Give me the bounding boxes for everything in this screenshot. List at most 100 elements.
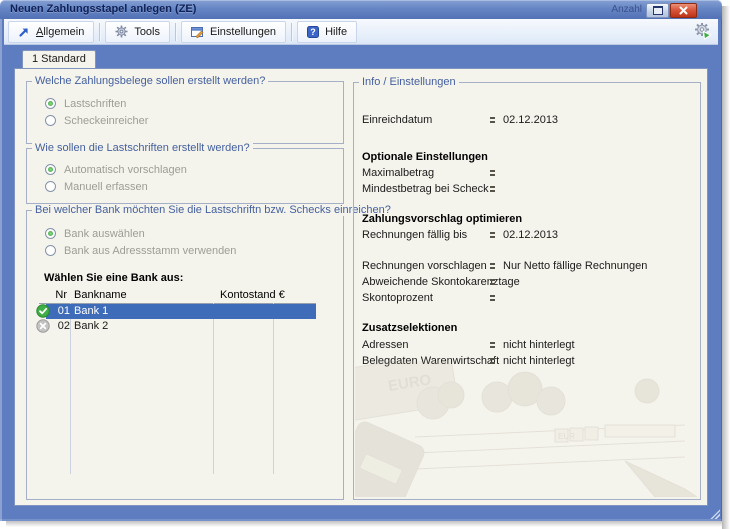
- field-value[interactable]: 02.12.2013: [503, 114, 558, 126]
- field-value[interactable]: 02.12.2013: [503, 229, 558, 241]
- field-label: Rechnungen fällig bis: [362, 229, 467, 241]
- field-label: Rechnungen vorschlagen: [362, 260, 487, 272]
- field-maximalbetrag: Maximalbetrag: [362, 167, 694, 180]
- section-heading: Zusatzselektionen: [362, 322, 457, 334]
- toolbar-button-allgemein[interactable]: Allgemein: [8, 21, 94, 43]
- window-shadow: [6, 521, 722, 527]
- field-label: Einreichdatum: [362, 114, 432, 126]
- field-rechnungen-vorschlagen: Rechnungen vorschlagen Nur Netto fällige…: [362, 260, 694, 273]
- field-label: Mindestbetrag bei Scheck: [362, 183, 489, 195]
- radio-unselected-icon: [45, 245, 56, 256]
- group-zahlungsbelege: Welche Zahlungsbelege sollen erstellt we…: [26, 81, 344, 144]
- toolbar: Allgemein Tools Einstel: [4, 19, 718, 45]
- bank-table-caption: Wählen Sie eine Bank aus:: [44, 272, 183, 284]
- toolbar-label: Hilfe: [325, 26, 347, 38]
- field-adressen: Adressen nicht hinterlegt: [362, 339, 694, 352]
- equals-icon: [490, 117, 495, 123]
- column-header-nr[interactable]: Nr: [47, 289, 67, 301]
- toolbar-button-tools[interactable]: Tools: [105, 21, 170, 43]
- group-info-einstellungen: Info / Einstellungen Einreichdatum 02.12…: [353, 82, 701, 500]
- field-rechnungen-faellig-bis: Rechnungen fällig bis 02.12.2013: [362, 229, 694, 242]
- radio-bank-auswaehlen[interactable]: Bank auswählen: [45, 227, 145, 240]
- toolbar-label: Tools: [134, 26, 160, 38]
- euro-money-watermark: EURO EUR: [355, 361, 697, 497]
- radio-automatisch[interactable]: Automatisch vorschlagen: [45, 163, 187, 176]
- restore-button[interactable]: [646, 3, 669, 18]
- restore-icon: [653, 6, 663, 15]
- toolbar-label: Einstellungen: [210, 26, 276, 38]
- field-belegdaten: Belegdaten Warenwirtschaft nicht hinterl…: [362, 355, 694, 368]
- radio-label: Bank auswählen: [64, 228, 145, 240]
- section-heading: Optionale Einstellungen: [362, 151, 488, 163]
- group-title: Wie sollen die Lastschriften erstellt we…: [32, 142, 253, 154]
- toolbar-label: Allgemein: [36, 26, 84, 38]
- close-button[interactable]: [670, 3, 697, 18]
- gear-icon: [115, 25, 128, 38]
- group-title: Welche Zahlungsbelege sollen erstellt we…: [32, 75, 268, 87]
- toolbar-button-hilfe[interactable]: ? Hilfe: [297, 21, 357, 43]
- radio-label: Scheckeinreicher: [64, 115, 148, 127]
- radio-label: Automatisch vorschlagen: [64, 164, 187, 176]
- field-skontoprozent: Skontoprozent: [362, 292, 694, 305]
- field-value[interactable]: nicht hinterlegt: [503, 355, 575, 367]
- toolbar-separator: [291, 23, 292, 41]
- radio-label: Lastschriften: [64, 98, 126, 110]
- radio-label: Bank aus Adressstamm verwenden: [64, 245, 236, 257]
- cell-nr: 02: [48, 320, 70, 332]
- radio-selected-icon: [45, 98, 56, 109]
- content-pane: Welche Zahlungsbelege sollen erstellt we…: [14, 68, 708, 506]
- equals-icon: [490, 358, 495, 364]
- radio-unselected-icon: [45, 181, 56, 192]
- radio-lastschriften[interactable]: Lastschriften: [45, 97, 126, 110]
- window-title: Neuen Zahlungsstapel anlegen (ZE): [10, 3, 196, 15]
- equals-icon: [490, 295, 495, 301]
- section-heading-zusatzselektionen: Zusatzselektionen: [362, 322, 694, 335]
- resize-grip[interactable]: [709, 508, 720, 519]
- help-icon: ?: [307, 26, 319, 38]
- radio-bank-adressstamm[interactable]: Bank aus Adressstamm verwenden: [45, 244, 236, 257]
- table-row-bank-1[interactable]: 01 Bank 1: [27, 304, 343, 319]
- group-title: Info / Einstellungen: [359, 76, 459, 88]
- field-mindestbetrag: Mindestbetrag bei Scheck: [362, 183, 694, 196]
- dialog-window: Neuen Zahlungsstapel anlegen (ZE) Anzahl…: [0, 0, 722, 521]
- field-value[interactable]: nicht hinterlegt: [503, 339, 575, 351]
- svg-text:?: ?: [310, 27, 316, 37]
- radio-unselected-icon: [45, 115, 56, 126]
- column-header-kontostand[interactable]: Kontostand €: [220, 289, 285, 301]
- group-bank-auswahl: Bei welcher Bank möchten Sie die Lastsch…: [26, 210, 344, 500]
- table-row-bank-2[interactable]: 02 Bank 2: [27, 319, 343, 334]
- field-einreichdatum: Einreichdatum 02.12.2013: [362, 114, 694, 127]
- field-value[interactable]: Nur Netto fällige Rechnungen: [503, 260, 647, 272]
- field-abweichende-skontokarenztage: Abweichende Skontokarenztage: [362, 276, 694, 289]
- field-label: Adressen: [362, 339, 408, 351]
- close-icon: [679, 6, 688, 15]
- cell-bankname: Bank 2: [74, 320, 108, 332]
- radio-label: Manuell erfassen: [64, 181, 148, 193]
- group-lastschriften-erstellung: Wie sollen die Lastschriften erstellt we…: [26, 148, 344, 204]
- field-label: Abweichende Skontokarenztage: [362, 276, 520, 288]
- window-shadow: [722, 6, 730, 529]
- radio-selected-icon: [45, 228, 56, 239]
- titlebar-status-text: Anzahl: [611, 4, 642, 15]
- equals-icon: [490, 342, 495, 348]
- equals-icon: [490, 170, 495, 176]
- equals-icon: [490, 263, 495, 269]
- arrow-up-right-icon: [18, 26, 30, 38]
- title-bar[interactable]: Neuen Zahlungsstapel anlegen (ZE) Anzahl: [0, 0, 722, 19]
- gear-run-icon: [694, 22, 712, 40]
- settings-window-icon: [191, 26, 204, 38]
- equals-icon: [490, 232, 495, 238]
- tab-standard[interactable]: 1 Standard: [22, 50, 96, 68]
- field-label: Skontoprozent: [362, 292, 433, 304]
- svg-text:EURO: EURO: [387, 371, 433, 395]
- column-header-bankname[interactable]: Bankname: [74, 289, 127, 301]
- radio-manuell[interactable]: Manuell erfassen: [45, 180, 148, 193]
- field-label: Belegdaten Warenwirtschaft: [362, 355, 499, 367]
- radio-selected-icon: [45, 164, 56, 175]
- svg-text:EUR: EUR: [558, 432, 575, 441]
- section-heading-optionale: Optionale Einstellungen: [362, 151, 694, 164]
- cell-bankname: Bank 1: [74, 305, 108, 317]
- radio-scheckeinreicher[interactable]: Scheckeinreicher: [45, 114, 148, 127]
- gear-run-button[interactable]: [694, 22, 712, 43]
- toolbar-button-einstellungen[interactable]: Einstellungen: [181, 21, 286, 43]
